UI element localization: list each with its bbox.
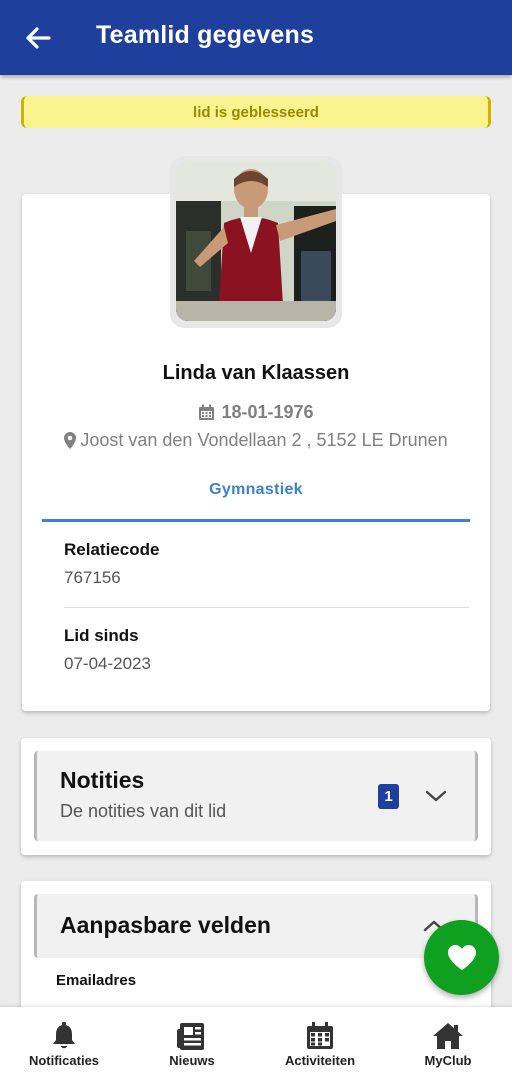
nav-notifications-label: Notificaties xyxy=(28,1053,100,1068)
nav-news[interactable]: Nieuws xyxy=(128,1007,256,1080)
map-marker-icon xyxy=(64,432,77,449)
heart-icon xyxy=(447,945,476,970)
notes-subtitle: De notities van dit lid xyxy=(60,801,227,821)
injury-status-banner: lid is geblesseerd xyxy=(21,96,491,128)
injury-status-text: lid is geblesseerd xyxy=(193,103,319,121)
nav-activities[interactable]: Activiteiten xyxy=(256,1007,384,1080)
page-title: Teamlid gegevens xyxy=(96,21,315,49)
favorite-button[interactable] xyxy=(424,920,499,995)
chevron-down-icon[interactable] xyxy=(422,782,450,810)
avatar-frame xyxy=(170,156,342,328)
arrow-left-icon xyxy=(26,27,51,49)
member-since-label: Lid sinds xyxy=(64,626,139,645)
tab-sport[interactable]: Gymnastiek xyxy=(0,481,512,499)
member-since-value: 07-04-2023 xyxy=(64,654,151,673)
back-button[interactable] xyxy=(18,18,58,58)
address: Joost van den Vondellaan 2 , 5152 LE Dru… xyxy=(80,430,448,450)
relation-code-value: 767156 xyxy=(64,568,121,587)
divider xyxy=(64,607,469,608)
notes-expander[interactable] xyxy=(34,751,478,841)
birth-date-row: 18-01-1976 xyxy=(0,402,512,423)
member-name: Linda van Klaassen xyxy=(162,362,350,384)
tab-indicator xyxy=(42,519,470,522)
app-bar: Teamlid gegevens xyxy=(0,0,512,75)
nav-activities-label: Activiteiten xyxy=(284,1053,356,1068)
bell-icon xyxy=(53,1022,75,1049)
email-field-label: Emailadres xyxy=(56,972,137,989)
nav-myclub[interactable]: MyClub xyxy=(384,1007,512,1080)
nav-news-label: Nieuws xyxy=(169,1053,215,1068)
nav-myclub-label: MyClub xyxy=(424,1053,472,1068)
notes-count-badge: 1 xyxy=(378,784,399,809)
calendar-icon xyxy=(307,1022,333,1049)
bottom-navigation: Notificaties Nieuws Activiteiten MyClub xyxy=(0,1007,512,1080)
notes-title: Notities xyxy=(60,767,145,793)
address-row: Joost van den Vondellaan 2 , 5152 LE Dru… xyxy=(0,430,512,451)
home-icon xyxy=(433,1023,463,1049)
custom-fields-title: Aanpasbare velden xyxy=(60,912,271,938)
relation-code-label: Relatiecode xyxy=(64,540,160,559)
calendar-icon xyxy=(199,404,215,420)
birth-date: 18-01-1976 xyxy=(221,402,314,422)
nav-notifications[interactable]: Notificaties xyxy=(0,1007,128,1080)
newspaper-icon xyxy=(177,1022,204,1050)
member-photo xyxy=(176,161,336,321)
avatar xyxy=(176,161,336,321)
